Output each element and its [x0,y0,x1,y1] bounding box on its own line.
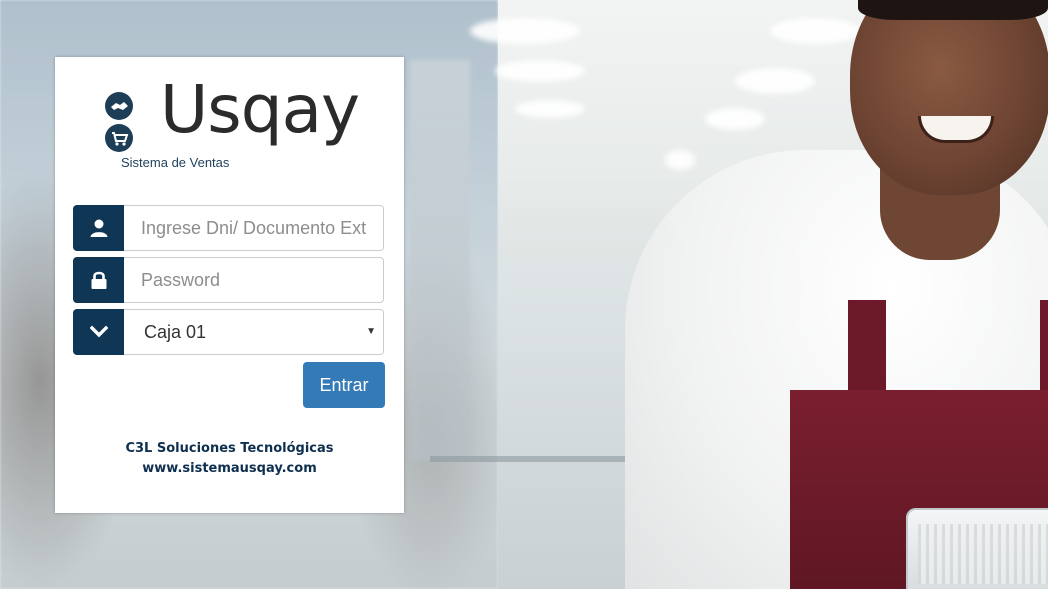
apron-strap [1040,300,1048,400]
password-field [73,257,384,303]
entrar-button[interactable]: Entrar [303,362,385,408]
website-link[interactable]: www.sistemausqay.com [55,461,404,476]
cashier-hair [858,0,1048,20]
ceiling-light [735,68,815,94]
caja-select[interactable]: Caja 01 ▼ [124,309,384,355]
counter-rail [430,456,635,462]
apron-strap [848,300,886,400]
ceiling-light [770,18,860,44]
lock-icon [73,257,124,303]
cashier-head [850,0,1048,195]
document-input[interactable] [124,205,384,251]
user-icon [73,205,124,251]
pos-monitor-grille [918,524,1048,584]
logo-wordmark: Usqay [160,71,360,148]
ceiling-light [665,150,695,170]
chevron-down-icon [73,309,124,355]
caja-select-field: Caja 01 ▼ [73,309,384,355]
dropdown-caret-icon: ▼ [366,326,376,337]
ceiling-light [495,60,585,82]
caja-select-value: Caja 01 [144,321,207,342]
logo-tagline: Sistema de Ventas [121,155,230,170]
user-field [73,205,384,251]
password-input[interactable] [124,257,384,303]
company-name: C3L Soluciones Tecnológicas [125,441,334,456]
shopping-cart-icon [105,124,133,152]
usqay-logo: Usqay Sistema de Ventas [105,77,365,177]
login-card: Usqay Sistema de Ventas Caja 01 [55,57,404,513]
ceiling-light [470,18,580,44]
ceiling-light [705,108,765,130]
handshake-icon [105,92,133,120]
ceiling-light [515,100,585,118]
